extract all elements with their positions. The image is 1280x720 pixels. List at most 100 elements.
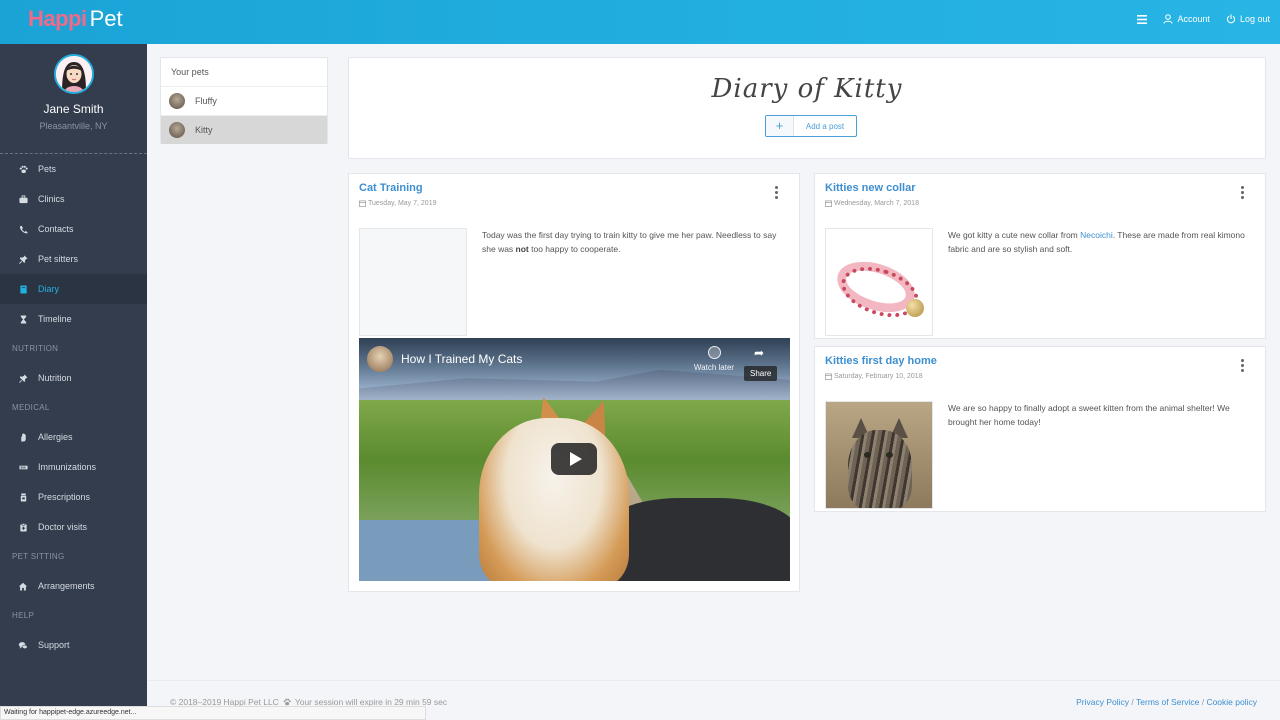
sidebar-item-label: Clinics xyxy=(38,194,65,204)
pin-icon xyxy=(18,254,28,264)
sidebar-item-arrangements[interactable]: Arrangements xyxy=(0,571,147,601)
share-button[interactable]: Share xyxy=(744,366,778,381)
watch-later-button[interactable]: Watch later xyxy=(689,346,739,372)
sidebar-item-label: Contacts xyxy=(38,224,74,234)
logo-pet: Pet xyxy=(89,6,123,31)
your-pets-panel: Your pets Fluffy Kitty xyxy=(160,57,328,144)
sidebar-item-contacts[interactable]: Contacts xyxy=(0,214,147,244)
terms-of-service-link[interactable]: Terms of Service xyxy=(1136,697,1199,707)
post-menu-button[interactable] xyxy=(1241,359,1245,372)
dot-icon xyxy=(1241,369,1244,372)
user-location: Pleasantville, NY xyxy=(39,121,108,131)
logo-happi: Happi xyxy=(28,6,87,31)
pet-name: Kitty xyxy=(195,125,213,135)
post-menu-button[interactable] xyxy=(775,186,779,199)
play-button[interactable] xyxy=(551,443,597,475)
post-text-before: We got kitty a cute new collar from xyxy=(948,230,1081,240)
sidebar-item-pets[interactable]: Pets xyxy=(0,154,147,184)
sidebar-item-pet-sitters[interactable]: Pet sitters xyxy=(0,244,147,274)
post-title[interactable]: Kitties new collar xyxy=(825,182,915,194)
video-player[interactable]: How I Trained My Cats Watch later ➦ Shar… xyxy=(359,338,790,581)
kitten-body xyxy=(848,430,912,508)
pet-item-kitty[interactable]: Kitty xyxy=(161,115,327,144)
dot-icon xyxy=(1241,359,1244,362)
post-title[interactable]: Kitties first day home xyxy=(825,355,937,367)
avatar-image xyxy=(55,56,92,92)
sidebar-item-label: Pets xyxy=(38,164,57,174)
account-button[interactable]: Account xyxy=(1163,14,1210,24)
cookie-policy-link[interactable]: Cookie policy xyxy=(1206,697,1257,707)
book-icon xyxy=(18,284,28,294)
calendar-icon xyxy=(825,373,832,380)
dot-icon xyxy=(775,186,778,189)
top-header: Happi Pet Account Log out xyxy=(0,0,1280,44)
video-title[interactable]: How I Trained My Cats xyxy=(401,352,522,366)
sidebar-item-label: Nutrition xyxy=(38,373,72,383)
sidebar-item-immunizations[interactable]: Immunizations xyxy=(0,452,147,482)
hourglass-icon xyxy=(18,314,28,324)
calendar-icon xyxy=(825,200,832,207)
add-post-label: Add a post xyxy=(805,121,845,131)
sidebar-item-prescriptions[interactable]: Prescriptions xyxy=(0,482,147,512)
add-post-button[interactable]: + Add a post xyxy=(765,115,857,137)
section-help: HELP xyxy=(12,611,35,620)
briefcase-icon xyxy=(18,194,28,204)
power-icon xyxy=(1226,14,1236,24)
sidebar-item-diary[interactable]: Diary xyxy=(0,274,147,304)
sidebar-item-label: Diary xyxy=(38,284,60,294)
pet-item-fluffy[interactable]: Fluffy xyxy=(161,86,327,115)
sidebar-item-label: Pet sitters xyxy=(38,254,79,264)
footer-separator: / xyxy=(1201,697,1205,707)
footer-separator: / xyxy=(1131,697,1134,707)
post-date-text: Wednesday, March 7, 2018 xyxy=(834,200,919,207)
account-label: Account xyxy=(1177,14,1210,24)
channel-avatar[interactable] xyxy=(367,346,393,372)
sidebar-item-clinics[interactable]: Clinics xyxy=(0,184,147,214)
post-date: Tuesday, May 7, 2019 xyxy=(359,200,436,207)
kitten-eye xyxy=(886,452,893,458)
video-cat xyxy=(479,418,629,581)
collar-image[interactable] xyxy=(825,228,933,336)
avatar[interactable] xyxy=(53,54,94,94)
dot-icon xyxy=(775,196,778,199)
post-menu-button[interactable] xyxy=(1241,186,1245,199)
post-body: We are so happy to finally adopt a sweet… xyxy=(948,403,1230,427)
diary-header-card: Diary of Kitty + Add a post xyxy=(348,57,1266,159)
section-nutrition: NUTRITION xyxy=(12,344,59,353)
plus-icon: + xyxy=(766,116,794,136)
sidebar-item-timeline[interactable]: Timeline xyxy=(0,304,147,334)
sidebar-item-allergies[interactable]: Allergies xyxy=(0,422,147,452)
logout-button[interactable]: Log out xyxy=(1226,14,1270,24)
sidebar-item-label: Timeline xyxy=(38,314,72,324)
sidebar-item-support[interactable]: Support xyxy=(0,630,147,660)
sidebar-item-doctor-visits[interactable]: Doctor visits xyxy=(0,512,147,542)
post-body: Today was the first day trying to train … xyxy=(482,228,792,256)
sidebar-item-label: Arrangements xyxy=(38,581,95,591)
bottle-icon xyxy=(18,492,28,502)
kitten-image[interactable] xyxy=(825,401,933,509)
share-icon[interactable]: ➦ xyxy=(754,346,764,360)
user-icon xyxy=(1163,14,1173,24)
dot-icon xyxy=(775,191,778,194)
browser-status-bar: Waiting for happipet-edge.azureedge.net.… xyxy=(0,706,426,720)
dot-icon xyxy=(1241,364,1244,367)
hand-icon xyxy=(18,432,28,442)
app-logo[interactable]: Happi Pet xyxy=(28,6,123,32)
post-date: Wednesday, March 7, 2018 xyxy=(825,200,919,207)
post-image-placeholder xyxy=(359,228,467,336)
sidebar-item-label: Immunizations xyxy=(38,462,97,472)
post-kitties-first-day-home: Kitties first day home Saturday, Februar… xyxy=(814,346,1266,512)
dot-icon xyxy=(1241,186,1244,189)
sidebar-item-nutrition[interactable]: Nutrition xyxy=(0,363,147,393)
sidebar-item-label: Prescriptions xyxy=(38,492,91,502)
post-title[interactable]: Cat Training xyxy=(359,182,423,194)
necoichi-link[interactable]: Necoichi xyxy=(1080,230,1113,240)
sidebar: Jane Smith Pleasantville, NY Pets Clinic… xyxy=(0,44,147,720)
clipboard-icon xyxy=(18,522,28,532)
clock-icon xyxy=(707,346,721,359)
menu-button[interactable] xyxy=(1137,14,1148,24)
sidebar-item-label: Doctor visits xyxy=(38,522,88,532)
privacy-policy-link[interactable]: Privacy Policy xyxy=(1076,697,1129,707)
footer-links: Privacy Policy / Terms of Service / Cook… xyxy=(1076,697,1257,707)
post-text-after: too happy to cooperate. xyxy=(528,244,621,254)
